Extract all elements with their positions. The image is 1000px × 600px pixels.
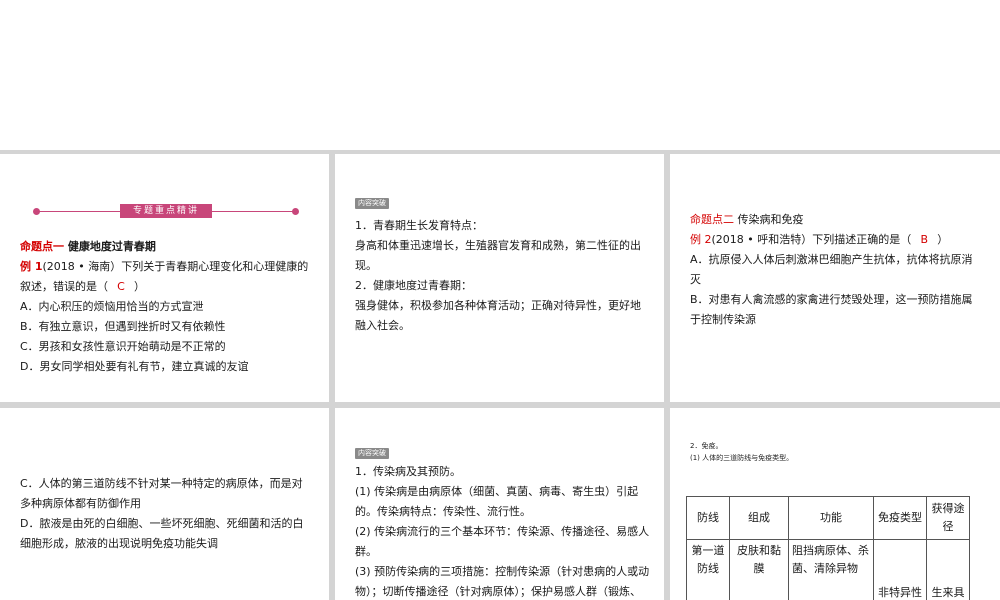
text-line: 强身健体，积极参加各种体育活动；正确对待异性，更好地融入社会。 xyxy=(355,299,641,332)
answer-mark: C xyxy=(117,280,125,293)
content-tag: 内容突破 xyxy=(355,448,389,459)
example-question: 例 2(2018 • 呼和浩特）下列描述正确的是（ B） xyxy=(690,230,980,250)
option-b: B．对患有人禽流感的家禽进行焚毁处理，这一预防措施属于控制传染源 xyxy=(690,293,973,326)
header-cell: 防线 xyxy=(686,496,730,540)
text-line: 身高和体重迅速增长，生殖器官发育和成熟，第二性征的出现。 xyxy=(355,239,641,272)
slide-3[interactable]: 命题点二 传染病和免疫 例 2(2018 • 呼和浩特）下列描述正确的是（ B） … xyxy=(670,154,1000,402)
option-a: A．抗原侵入人体后刺激淋巴细胞产生抗体，抗体将抗原消灭 xyxy=(690,253,973,286)
table-cell: 皮肤和黏膜 xyxy=(729,539,789,600)
topic-heading: 命题点二 传染病和免疫 xyxy=(690,213,804,226)
section-subline: (1) 人体的三道防线与免疫类型。 xyxy=(690,454,794,462)
option-b: B．有独立意识，但遇到挫折时又有依赖性 xyxy=(20,320,226,333)
option-c: C．人体的第三道防线不针对某一种特定的病原体，而是对多种病原体都有防御作用 xyxy=(20,477,303,510)
immune-defense-table: 防线 组成 功能 免疫类型 获得途径 第一道防线 皮肤和黏膜 阻挡病原体、杀菌、… xyxy=(686,496,970,600)
table-header-row: 防线 组成 功能 免疫类型 获得途径 xyxy=(686,496,970,540)
section-banner: 专题重点精讲 xyxy=(33,204,299,218)
topic-heading: 命题点一 健康地度过青春期 xyxy=(20,240,156,253)
text-line: (3) 预防传染病的三项措施：控制传染源（针对患病的人或动物）；切断传播途径（针… xyxy=(355,565,650,598)
text-line: 1．青春期生长发育特点： xyxy=(355,219,483,232)
banner-dot-right xyxy=(292,208,299,215)
slide-5[interactable]: 内容突破 1．传染病及其预防。 (1) 传染病是由病原体（细菌、真菌、病毒、寄生… xyxy=(335,408,664,600)
document-viewer: 专题重点精讲 命题点一 健康地度过青春期 例 1(2018 • 海南）下列关于青… xyxy=(0,0,1000,600)
slide-6[interactable]: 2．免疫。 (1) 人体的三道防线与免疫类型。 防线 组成 功能 免疫类型 获得… xyxy=(670,408,1000,600)
slide-2[interactable]: 内容突破 1．青春期生长发育特点： 身高和体重迅速增长，生殖器官发育和成熟，第二… xyxy=(335,154,664,402)
header-cell: 获得途径 xyxy=(926,496,970,540)
answer-mark: B xyxy=(920,233,929,246)
option-d: D．脓液是由死的白细胞、一些坏死细胞、死细菌和活的白细胞形成，脓液的出现说明免疫… xyxy=(20,517,304,550)
banner-dot-left xyxy=(33,208,40,215)
header-cell: 功能 xyxy=(788,496,874,540)
header-cell: 组成 xyxy=(729,496,789,540)
header-cell: 免疫类型 xyxy=(873,496,927,540)
table-row: 第一道防线 皮肤和黏膜 阻挡病原体、杀菌、清除异物 非特异性 生来具 xyxy=(686,539,970,600)
text-line: (1) 传染病是由病原体（细菌、真菌、病毒、寄生虫）引起的。传染病特点：传染性、… xyxy=(355,485,639,518)
table-cell: 生来具 xyxy=(926,539,970,600)
section-line: 2．免疫。 xyxy=(690,442,723,450)
example-question: 例 1(2018 • 海南）下列关于青春期心理变化和心理健康的叙述，错误的是（ C… xyxy=(20,257,310,297)
table-cell: 阻挡病原体、杀菌、清除异物 xyxy=(788,539,874,600)
slide-1[interactable]: 专题重点精讲 命题点一 健康地度过青春期 例 1(2018 • 海南）下列关于青… xyxy=(0,154,329,402)
table-cell: 非特异性 xyxy=(873,539,927,600)
text-line: 2．健康地度过青春期： xyxy=(355,279,472,292)
option-a: A．内心积压的烦恼用恰当的方式宣泄 xyxy=(20,300,204,313)
content-tag: 内容突破 xyxy=(355,198,389,209)
option-c: C．男孩和女孩性意识开始萌动是不正常的 xyxy=(20,340,226,353)
table-cell: 第一道防线 xyxy=(686,539,730,600)
text-line: (2) 传染病流行的三个基本环节：传染源、传播途径、易感人群。 xyxy=(355,525,650,558)
text-line: 1．传染病及其预防。 xyxy=(355,465,461,478)
option-d: D．男女同学相处要有礼有节，建立真诚的友谊 xyxy=(20,360,249,373)
slide-4[interactable]: C．人体的第三道防线不针对某一种特定的病原体，而是对多种病原体都有防御作用 D．… xyxy=(0,408,329,600)
banner-label: 专题重点精讲 xyxy=(120,204,212,218)
